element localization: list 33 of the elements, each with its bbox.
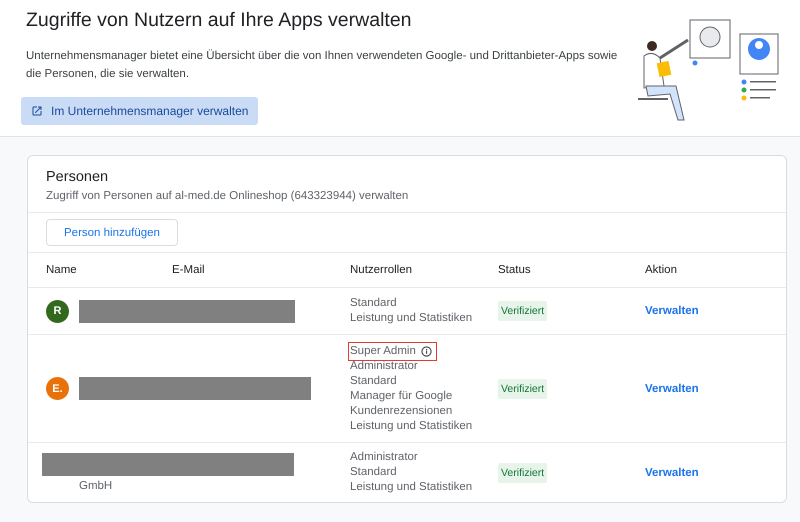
user-role: Leistung und Statistiken [350, 311, 472, 326]
open-external-icon [31, 105, 43, 117]
manage-link[interactable]: Verwalten [645, 305, 699, 317]
column-header: Status [498, 264, 532, 276]
info-icon [420, 346, 432, 356]
verified-status: Verifiziert [498, 378, 548, 398]
user-role: Manager für Google [350, 388, 452, 404]
column-header: Nutzerrollen [350, 264, 413, 276]
user-role: Administrator [350, 358, 418, 374]
add-person-button[interactable]: Person hinzufügen [46, 219, 178, 246]
manage-button[interactable]: Im Unternehmensmanager verwalten [21, 97, 258, 125]
card-title: Personen [46, 168, 110, 186]
page-description: Unternehmensmanager bietet eine Übersicht über die von Ihnen verwendeten Google- und Drittanbieter-Apps sowie die Personen, die sie verwalten. [26, 48, 618, 82]
column-header: Name [46, 264, 78, 276]
user-role: Standard [350, 374, 397, 388]
manage-link[interactable]: Verwalten [645, 382, 699, 394]
card-subtitle: Zugriff von Personen auf al-med.de Onlineshop (643323944) verwalten [46, 190, 410, 202]
page-title: Zugriffe von Nutzern auf Ihre Apps verwalten [26, 8, 412, 32]
user-role: Leistung und Statistiken [350, 418, 472, 434]
user-avatar: R [46, 300, 69, 322]
user-role: Standard [350, 296, 397, 311]
highlighted-role: Super Admin [350, 344, 435, 358]
user-role: Kundenrezensionen [350, 404, 452, 418]
verified-status: Verifiziert [498, 301, 548, 321]
column-header: E-Mail [172, 264, 206, 276]
user-name: GmbH [79, 480, 114, 492]
user-avatar: E. [46, 377, 69, 400]
verified-status: Verifiziert [498, 462, 548, 482]
user-role: Leistung und Statistiken [350, 480, 472, 495]
user-role: Administrator [350, 450, 418, 465]
user-role: Standard [350, 465, 397, 480]
manage-link[interactable]: Verwalten [645, 466, 699, 478]
column-header: Aktion [645, 264, 678, 276]
